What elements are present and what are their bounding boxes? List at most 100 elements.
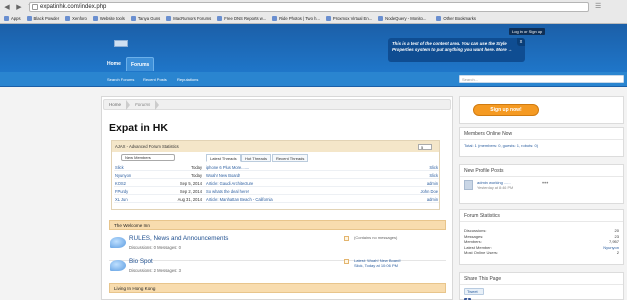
thread-link[interactable]: Article: Gaudi Architecture <box>206 180 253 187</box>
author-link[interactable]: admin <box>408 196 438 203</box>
recent-posts-link[interactable]: Recent Posts <box>143 77 167 82</box>
forum-stats: Discussions: 0 Messages: 0 <box>129 245 181 250</box>
more-options-icon[interactable]: ••• <box>542 181 548 187</box>
site-logo[interactable] <box>114 40 128 47</box>
profile-post: admin working ...... Yesterday at 8:46 P… <box>464 180 619 192</box>
site-icon <box>166 15 172 21</box>
profile-post-text[interactable]: admin working ...... <box>477 180 511 185</box>
profile-posts-box: New Profile Posts admin working ...... Y… <box>459 164 624 204</box>
bookmark-item[interactable]: Website tools <box>92 15 125 21</box>
bookmark-item[interactable]: Proxmox Virtual En... <box>325 15 372 21</box>
forum-row: Bio Spot Discussions: 2 Messages: 3 Late… <box>109 254 446 284</box>
folder-icon <box>92 15 98 21</box>
bookmark-item[interactable]: NodeQuery - Monito... <box>378 15 426 21</box>
table-row: Slick Today iphone 6 Plus More....... Sl… <box>114 164 439 171</box>
member-link[interactable]: KOS2 <box>115 180 126 187</box>
url-text: expatinhk.com/index.php <box>40 4 107 10</box>
breadcrumb-forums[interactable]: Forums <box>130 102 155 107</box>
table-row: FPurdy Sep 2, 2014 So whats the deal her… <box>114 188 439 195</box>
thread-link[interactable]: Woah! New Board! <box>206 172 240 179</box>
signup-button[interactable]: Sign up now! <box>473 104 539 116</box>
page-icon <box>32 4 38 10</box>
folder-icon <box>436 15 442 21</box>
forward-icon[interactable]: ▶ <box>14 2 24 12</box>
back-icon[interactable]: ◀ <box>2 2 12 12</box>
author-link[interactable]: Slick <box>408 164 438 171</box>
rss-icon[interactable] <box>344 236 349 241</box>
last-post-author[interactable]: Slick, Today at 10:06 PM <box>354 263 450 268</box>
bookmark-item[interactable]: Black Powder <box>26 15 59 21</box>
reputations-link[interactable]: Reputations <box>177 77 198 82</box>
bookmark-item[interactable]: Ride Photos | Two h... <box>272 15 320 21</box>
table-row: XL Jun Aug 31, 2014 Article: Manhattan B… <box>114 196 439 203</box>
bookmark-item[interactable]: Other Bookmarks <box>436 15 476 21</box>
search-forums-link[interactable]: Search Forums <box>107 77 134 82</box>
forum-stats: Discussions: 2 Messages: 3 <box>129 268 181 273</box>
bookmark-item[interactable]: Free DNS Reports w... <box>217 15 266 21</box>
member-link[interactable]: Slick <box>115 164 124 171</box>
forum-statistics-box: Forum Statistics Discussions: 20 Messages… <box>459 209 624 265</box>
folder-icon <box>65 15 71 21</box>
browser-chrome: ◀ ▶ ↻ expatinhk.com/index.php ☰ Apps Bla… <box>0 0 627 24</box>
profile-post-time: Yesterday at 8:46 PM <box>477 186 514 190</box>
section-title: Forum Statistics <box>460 210 623 222</box>
search-input[interactable]: Search... <box>459 75 624 83</box>
folder-icon <box>130 15 136 21</box>
member-link[interactable]: XL Jun <box>115 196 128 203</box>
tab-forums[interactable]: Forums <box>126 57 155 71</box>
section-title: Share This Page <box>460 273 623 285</box>
apps-icon <box>4 15 9 21</box>
join-date: Aug 31, 2014 <box>177 197 202 202</box>
author-link[interactable]: John Doe <box>408 188 438 195</box>
site-icon <box>325 15 331 21</box>
join-date: Sep 2, 2014 <box>179 189 202 194</box>
last-post: Latest: Woah! New Board! Slick, Today at… <box>354 258 450 274</box>
thread-link[interactable]: Article: Manhattan Beach - California <box>206 196 273 203</box>
login-signup-button[interactable]: Log in or Sign up <box>509 28 546 35</box>
author-link[interactable]: Slick <box>408 172 438 179</box>
breadcrumb: Home Forums <box>103 99 451 110</box>
rss-icon[interactable] <box>344 259 349 264</box>
avatar[interactable] <box>464 180 473 190</box>
thread-link[interactable]: So whats the deal here! <box>206 188 249 195</box>
member-link[interactable]: FPurdy <box>115 188 128 195</box>
section-title: Members Online Now <box>460 128 623 140</box>
thread-link[interactable]: iphone 6 Plus More....... <box>206 164 249 171</box>
folder-icon <box>26 15 32 21</box>
last-post-text: (Contains no messages) <box>354 235 398 240</box>
category-header[interactable]: Living In Hong Kong <box>109 283 446 293</box>
section-title: New Profile Posts <box>460 165 623 177</box>
forum-title-link[interactable]: Bio Spot <box>129 258 153 265</box>
tab-home[interactable]: Home <box>103 57 125 71</box>
tab-hot-threads[interactable]: Hot Threads <box>241 154 271 162</box>
site-icon <box>217 15 223 21</box>
bookmarks-bar: Apps Black Powder Xenforo Website tools … <box>0 13 627 23</box>
join-date: Sep 5, 2014 <box>179 181 202 186</box>
member-link[interactable]: Nyunyon <box>115 172 131 179</box>
site-icon <box>378 15 384 21</box>
table-row: KOS2 Sep 5, 2014 Article: Gaudi Architec… <box>114 180 439 187</box>
bookmark-item[interactable]: Xenforo <box>65 15 87 21</box>
new-members-dropdown[interactable]: New Members <box>121 154 175 161</box>
bookmark-item[interactable]: MacRumors Forums <box>166 15 211 21</box>
table-row: Nyunyon Today Woah! New Board! Slick <box>114 172 439 179</box>
forum-title-link[interactable]: RULES, News and Announcements <box>129 235 228 242</box>
close-icon[interactable]: x <box>517 38 525 46</box>
breadcrumb-home[interactable]: Home <box>104 102 126 107</box>
ajax-stats-title: AJAX - Advanced Forum Statistics <box>112 141 439 152</box>
join-date: Today <box>191 165 202 170</box>
category-header[interactable]: The Welcome Inn <box>109 220 446 230</box>
stat-label: Most Online Users: <box>464 250 499 256</box>
breadcrumb-arrow-icon <box>155 99 160 110</box>
bookmark-item[interactable]: Apps <box>4 15 21 21</box>
ajax-count-select[interactable]: 5 <box>418 144 432 150</box>
tweet-button[interactable]: Tweet <box>464 288 484 295</box>
url-bar[interactable]: expatinhk.com/index.php <box>29 2 589 12</box>
tab-latest-threads[interactable]: Latest Threads <box>206 154 241 162</box>
menu-icon[interactable]: ☰ <box>595 2 601 10</box>
tab-recent-threads[interactable]: Recent Threads <box>272 154 309 162</box>
bookmark-item[interactable]: Tanya Guns <box>130 15 160 21</box>
author-link[interactable]: admin <box>408 180 438 187</box>
last-post: (Contains no messages) <box>354 235 450 251</box>
page-title: Expat in HK <box>109 122 168 134</box>
